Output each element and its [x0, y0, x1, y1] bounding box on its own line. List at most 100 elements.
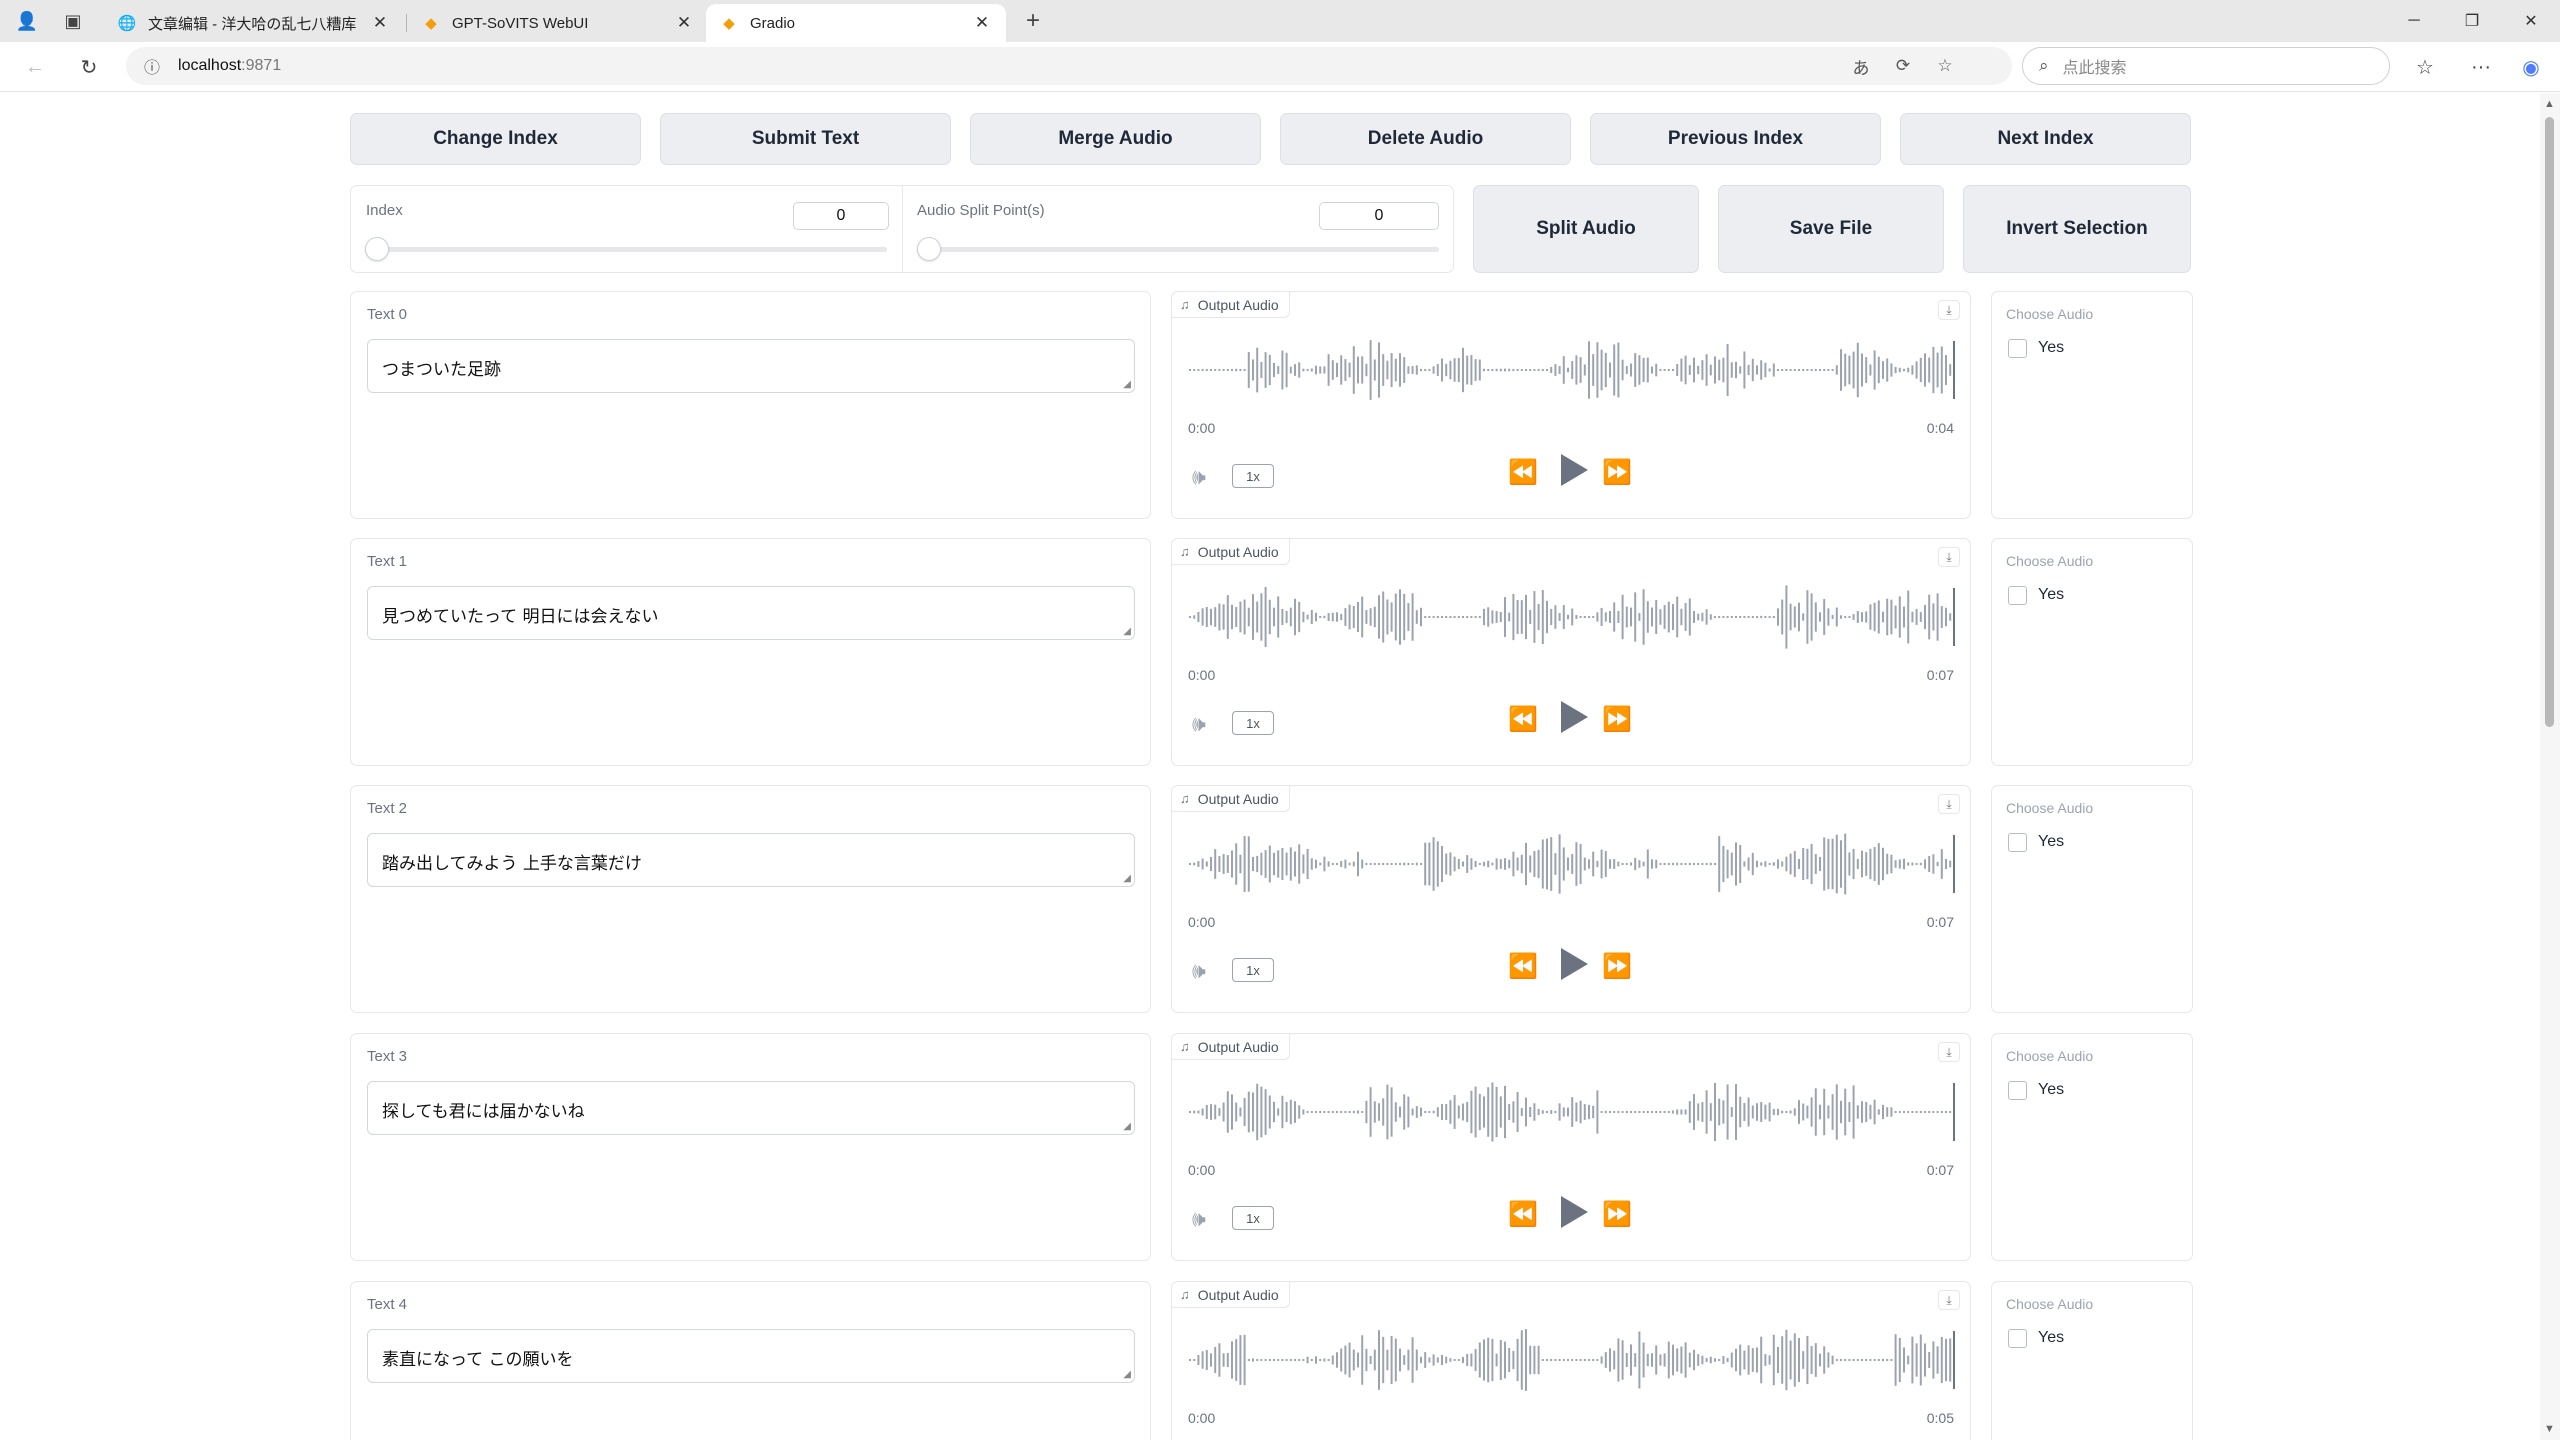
play-icon[interactable]	[1561, 701, 1588, 733]
audio-waveform[interactable]	[1188, 337, 1956, 403]
search-icon: ⌕	[2039, 56, 2049, 75]
more-icon[interactable]: ···	[2466, 53, 2496, 81]
back-icon[interactable]: ←	[20, 53, 50, 81]
audio-waveform[interactable]	[1188, 831, 1956, 897]
audio-waveform[interactable]	[1188, 584, 1956, 650]
favorite-star-icon[interactable]: ☆	[1930, 51, 1960, 81]
copilot-icon[interactable]: ◉	[2516, 53, 2546, 81]
download-icon[interactable]: ⤓	[1938, 794, 1960, 814]
play-icon[interactable]	[1561, 948, 1588, 980]
choose-audio-checkbox[interactable]	[2008, 1329, 2027, 1348]
split-point-number-input[interactable]: 0	[1319, 202, 1439, 230]
next-index-button[interactable]: Next Index	[1900, 113, 2191, 165]
split-audio-button[interactable]: Split Audio	[1473, 185, 1699, 273]
playback-speed-button[interactable]: 1x	[1232, 1206, 1274, 1230]
choose-audio-checkbox[interactable]	[2008, 1081, 2027, 1100]
download-icon[interactable]: ⤓	[1938, 300, 1960, 320]
merge-audio-button[interactable]: Merge Audio	[970, 113, 1261, 165]
address-bar[interactable]: ⓘ localhost:9871 あ ⟳ ☆	[126, 47, 2012, 85]
playback-speed-button[interactable]: 1x	[1232, 464, 1274, 488]
resize-handle-icon[interactable]: ◢	[1123, 873, 1131, 884]
resize-handle-icon[interactable]: ◢	[1123, 379, 1131, 390]
audio-waveform[interactable]	[1188, 1079, 1956, 1145]
choose-audio-checkbox[interactable]	[2008, 339, 2027, 358]
fast-forward-icon[interactable]: ⏩	[1602, 458, 1632, 487]
index-slider-thumb[interactable]	[365, 237, 389, 261]
resize-handle-icon[interactable]: ◢	[1123, 1121, 1131, 1132]
split-point-slider-track[interactable]	[917, 247, 1439, 252]
text-input[interactable]: 素直になって この願いを ◢	[367, 1329, 1135, 1383]
info-icon[interactable]: ⓘ	[144, 54, 160, 78]
playback-speed-button[interactable]: 1x	[1232, 711, 1274, 735]
fast-forward-icon[interactable]: ⏩	[1602, 1200, 1632, 1229]
search-input[interactable]: ⌕ 点此搜索	[2022, 47, 2390, 85]
tab-gradio[interactable]: ◆ Gradio ✕	[706, 4, 1006, 42]
audio-label-badge: ♫ Output Audio	[1172, 1034, 1290, 1060]
choose-audio-option[interactable]: Yes	[2038, 1081, 2064, 1099]
download-icon[interactable]: ⤓	[1938, 1042, 1960, 1062]
reload-icon[interactable]: ↻	[74, 53, 104, 81]
text-input[interactable]: つまついた足跡 ◢	[367, 339, 1135, 393]
choose-audio-checkbox[interactable]	[2008, 833, 2027, 852]
tab-actions-icon[interactable]: ▣	[58, 7, 88, 35]
tab-article-edit[interactable]: 🌐 文章编辑 - 洋大哈の乱七八糟库 ✕	[104, 4, 404, 42]
playback-speed-button[interactable]: 1x	[1232, 958, 1274, 982]
page-scrollbar[interactable]: ▲ ▼	[2540, 93, 2560, 1440]
restore-icon[interactable]: ❐	[2443, 0, 2501, 42]
scroll-up-icon[interactable]: ▲	[2544, 98, 2555, 110]
scroll-down-icon[interactable]: ▼	[2544, 1423, 2555, 1435]
invert-selection-button[interactable]: Invert Selection	[1963, 185, 2191, 273]
split-point-slider-thumb[interactable]	[917, 237, 941, 261]
previous-index-button[interactable]: Previous Index	[1590, 113, 1881, 165]
current-time: 0:00	[1188, 914, 1216, 930]
close-icon[interactable]: ✕	[370, 13, 390, 33]
new-tab-icon[interactable]: +	[1018, 7, 1048, 35]
close-window-icon[interactable]: ✕	[2502, 0, 2560, 42]
volume-icon[interactable]: 🕪	[1192, 464, 1206, 490]
rewind-icon[interactable]: ⏪	[1508, 458, 1538, 487]
tab-gpt-sovits[interactable]: ◆ GPT-SoVITS WebUI ✕	[408, 4, 708, 42]
scrollbar-thumb[interactable]	[2545, 117, 2554, 727]
resize-handle-icon[interactable]: ◢	[1123, 1369, 1131, 1380]
submit-text-button[interactable]: Submit Text	[660, 113, 951, 165]
close-icon[interactable]: ✕	[972, 13, 992, 33]
fast-forward-icon[interactable]: ⏩	[1602, 705, 1632, 734]
choose-audio-option[interactable]: Yes	[2038, 833, 2064, 851]
choose-audio-option[interactable]: Yes	[2038, 339, 2064, 357]
play-icon[interactable]	[1561, 454, 1588, 486]
segment-row: Text 4 素直になって この願いを ◢ ♫ Output Audio ⤓ 0…	[350, 1281, 2193, 1440]
delete-audio-button[interactable]: Delete Audio	[1280, 113, 1571, 165]
fast-forward-icon[interactable]: ⏩	[1602, 952, 1632, 981]
close-icon[interactable]: ✕	[674, 13, 694, 33]
text-input[interactable]: 踏み出してみよう 上手な言葉だけ ◢	[367, 833, 1135, 887]
text-input[interactable]: 探しても君には届かないね ◢	[367, 1081, 1135, 1135]
choose-audio-option[interactable]: Yes	[2038, 1329, 2064, 1347]
rewind-icon[interactable]: ⏪	[1508, 952, 1538, 981]
index-number-input[interactable]: 0	[793, 202, 889, 230]
choose-audio-option[interactable]: Yes	[2038, 586, 2064, 604]
rewind-icon[interactable]: ⏪	[1508, 1200, 1538, 1229]
choose-audio-label: Choose Audio	[2006, 800, 2094, 816]
translate-icon[interactable]: あ	[1846, 51, 1876, 81]
save-file-button[interactable]: Save File	[1718, 185, 1944, 273]
resize-handle-icon[interactable]: ◢	[1123, 626, 1131, 637]
minimize-icon[interactable]: ─	[2385, 0, 2443, 42]
globe-icon: 🌐	[117, 15, 137, 32]
download-icon[interactable]: ⤓	[1938, 1290, 1960, 1310]
segment-row: Text 0 つまついた足跡 ◢ ♫ Output Audio ⤓ 0:00 0…	[350, 291, 2193, 519]
volume-icon[interactable]: 🕪	[1192, 1206, 1206, 1232]
play-icon[interactable]	[1561, 1196, 1588, 1228]
index-slider-track[interactable]	[365, 247, 887, 252]
rewind-icon[interactable]: ⏪	[1508, 705, 1538, 734]
volume-icon[interactable]: 🕪	[1192, 711, 1206, 737]
profile-icon[interactable]: 👤	[12, 7, 42, 35]
audio-waveform[interactable]	[1188, 1327, 1956, 1393]
favorites-icon[interactable]: ☆	[2410, 53, 2440, 81]
change-index-button[interactable]: Change Index	[350, 113, 641, 165]
url-text[interactable]: localhost:9871	[178, 57, 281, 75]
volume-icon[interactable]: 🕪	[1192, 958, 1206, 984]
download-icon[interactable]: ⤓	[1938, 547, 1960, 567]
text-input[interactable]: 見つめていたって 明日には会えない ◢	[367, 586, 1135, 640]
refresh-page-icon[interactable]: ⟳	[1888, 51, 1918, 81]
choose-audio-checkbox[interactable]	[2008, 586, 2027, 605]
